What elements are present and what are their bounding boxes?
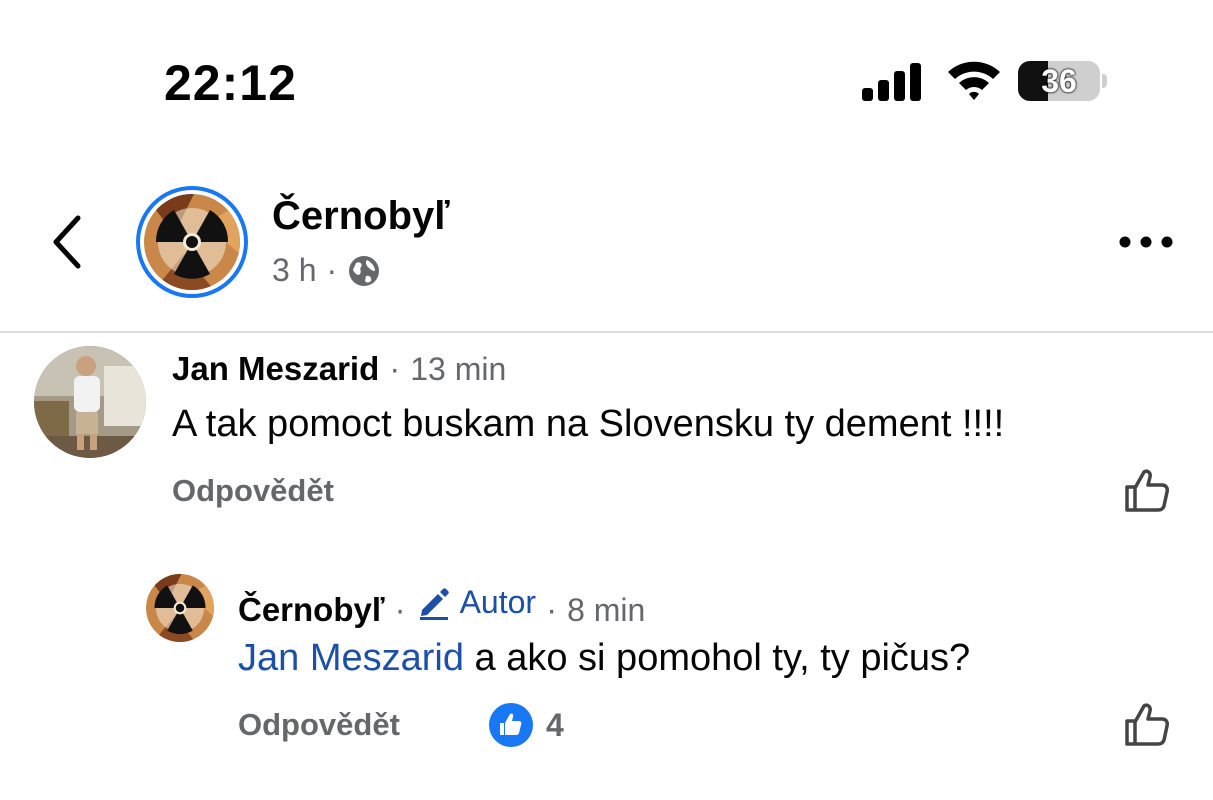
author-badge: Autor: [416, 584, 536, 621]
radiation-logo-icon: [144, 194, 240, 290]
reply-separator: ·: [394, 590, 406, 628]
chevron-left-icon: [53, 215, 81, 269]
back-button[interactable]: [46, 212, 90, 272]
thumbs-up-icon: [1125, 703, 1169, 746]
badge-separator: ·: [546, 590, 558, 628]
comment-text: A tak pomoct buskam na Slovensku ty deme…: [172, 403, 1005, 445]
meta-separator: ·: [326, 252, 338, 288]
more-horizontal-icon: [1119, 236, 1173, 248]
reply-header: Černobyľ · Autor · 8 min: [238, 584, 645, 629]
pencil-icon: [419, 587, 449, 620]
comment-header: Jan Meszarid · 13 min: [172, 350, 506, 388]
cellular-signal-icon: [862, 63, 921, 101]
more-options-button[interactable]: [1116, 230, 1176, 254]
reply-time[interactable]: 8 min: [567, 592, 645, 629]
post-meta: 3 h ·: [272, 252, 381, 289]
header-divider: [0, 331, 1213, 333]
wifi-icon: [948, 61, 1000, 100]
comment-author[interactable]: Jan Meszarid: [172, 350, 379, 388]
battery-level: 36: [1041, 63, 1077, 99]
page-name[interactable]: Černobyľ: [272, 194, 450, 239]
mention-link[interactable]: Jan Meszarid: [238, 637, 464, 679]
globe-icon: [349, 255, 380, 286]
radiation-logo-icon: [146, 574, 214, 642]
post-age: 3 h: [272, 252, 317, 288]
comment-time[interactable]: 13 min: [410, 351, 506, 388]
like-reaction-icon: [489, 703, 533, 747]
page-reply-avatar[interactable]: [146, 574, 214, 642]
thumbs-up-icon: [1125, 469, 1169, 512]
battery-icon: 36: [1018, 61, 1107, 101]
reply-text: Jan Meszarid a ako si pomohol ty, ty pič…: [238, 637, 970, 680]
reply-author[interactable]: Černobyľ: [238, 591, 385, 629]
reply-button[interactable]: Odpovědět: [172, 473, 334, 509]
reaction-count: 4: [546, 706, 564, 743]
like-button[interactable]: [1122, 466, 1170, 514]
reply-body: a ako si pomohol ty, ty pičus?: [463, 637, 971, 679]
comment-thread-screen: 22:12 36 Černobyľ 3 h · Jan Meszarid · 1…: [0, 0, 1213, 800]
reaction-summary[interactable]: 4: [488, 702, 564, 748]
page-avatar[interactable]: [136, 186, 248, 298]
comment-separator: ·: [389, 350, 401, 387]
status-icons: 36: [860, 58, 1120, 108]
author-badge-label: Autor: [459, 584, 537, 620]
reply-button[interactable]: Odpovědět: [238, 707, 400, 743]
like-button[interactable]: [1122, 700, 1170, 748]
status-time: 22:12: [164, 55, 297, 111]
commenter-avatar[interactable]: [34, 346, 146, 458]
avatar-photo: [34, 346, 146, 458]
